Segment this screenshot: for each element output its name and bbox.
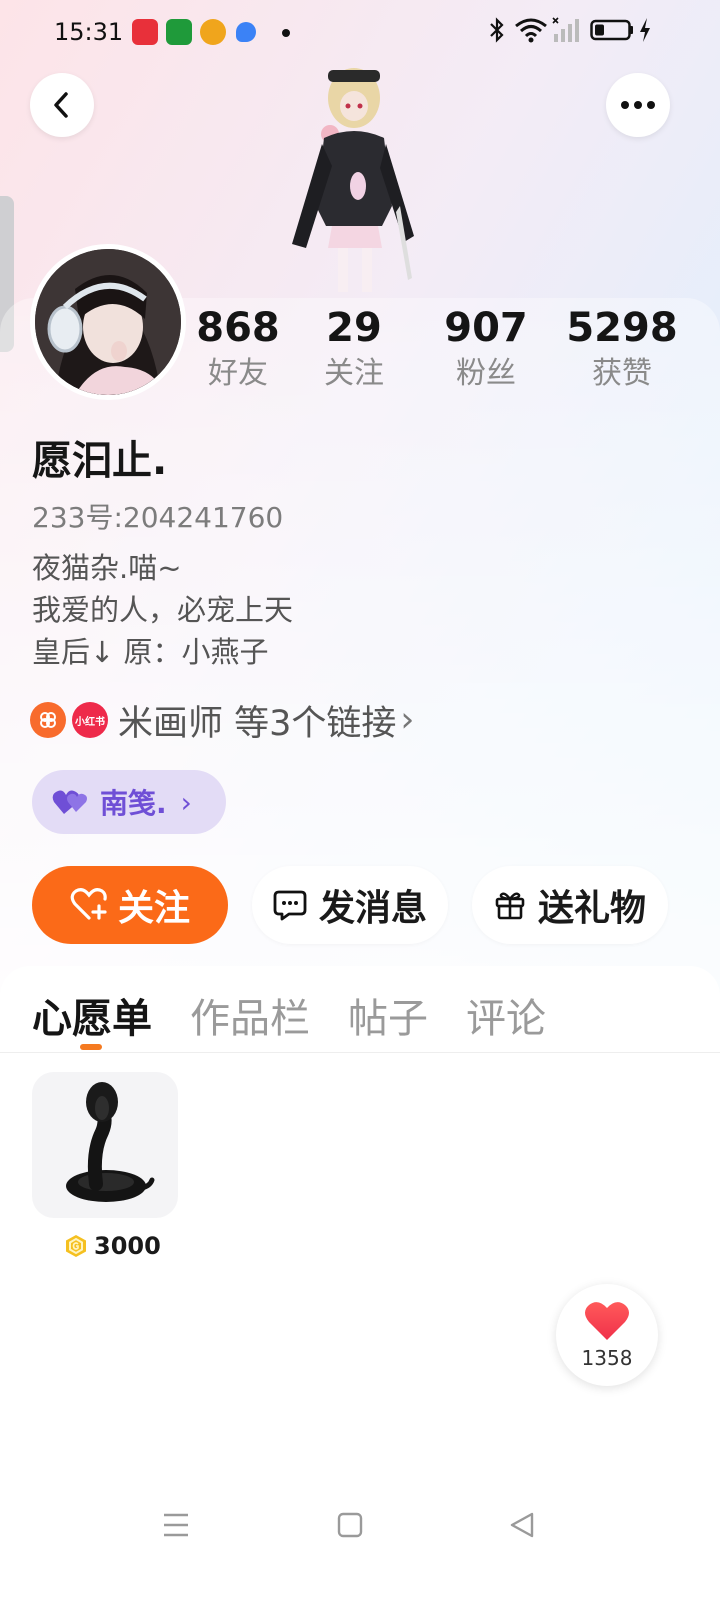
menu-nav-icon[interactable]	[162, 1510, 190, 1540]
back-button[interactable]	[30, 73, 94, 137]
more-notifications-dot	[282, 29, 290, 37]
back-nav-icon[interactable]	[508, 1510, 536, 1540]
heart-icon	[585, 1302, 629, 1340]
external-links[interactable]: 小红书 米画师 等3个链接 ›	[30, 700, 415, 744]
stat-label: 好友	[208, 356, 268, 391]
heart-plus-icon	[70, 888, 107, 920]
user-id[interactable]: 233号:204241760	[32, 496, 283, 536]
more-button[interactable]	[606, 73, 670, 137]
stat-following[interactable]: 29 关注	[294, 304, 414, 396]
tab-posts[interactable]: 帖子	[348, 986, 428, 1044]
stat-label: 关注	[324, 356, 384, 391]
status-time: 15:31	[54, 18, 124, 46]
chevron-right-icon: ›	[400, 700, 415, 740]
status-bar: 15:31	[0, 0, 720, 64]
signal-icon	[552, 17, 579, 42]
app-red-icon	[132, 19, 158, 45]
stat-fans[interactable]: 907 粉丝	[426, 304, 546, 396]
stat-value: 5298	[566, 305, 678, 351]
like-button[interactable]: 1358	[556, 1284, 658, 1386]
stat-label: 获赞	[592, 356, 652, 391]
gift-icon	[495, 892, 525, 920]
stat-label: 粉丝	[456, 356, 516, 391]
tab-works[interactable]: 作品栏	[190, 986, 310, 1044]
like-count: 1358	[581, 1346, 633, 1370]
snake-item-image	[66, 1082, 155, 1202]
stat-value: 907	[444, 305, 528, 351]
tab-divider	[0, 1052, 720, 1053]
links-label: 米画师 等3个链接	[118, 703, 397, 744]
bio-line: 夜猫杂.喵~	[32, 551, 182, 585]
double-heart-icon	[52, 790, 87, 814]
more-dots-icon	[621, 101, 655, 109]
xiaohongshu-logo-icon: 小红书	[72, 702, 108, 738]
wishlist-item-card[interactable]	[32, 1072, 178, 1218]
bluetooth-icon	[490, 17, 504, 43]
app-green-icon	[166, 19, 192, 45]
mihuashi-logo-icon	[30, 702, 66, 738]
chevron-left-icon	[54, 92, 68, 118]
chevron-right-icon: ›	[180, 785, 192, 819]
avatar[interactable]	[30, 244, 186, 400]
stat-friends[interactable]: 868 好友	[178, 304, 298, 396]
avatar-figure-image	[292, 68, 414, 292]
avatar-photo	[35, 249, 181, 395]
stat-likes[interactable]: 5298 获赞	[562, 304, 682, 396]
battery-icon	[590, 19, 633, 41]
gift-button[interactable]: 送礼物	[472, 866, 668, 944]
chat-bubble-icon	[273, 890, 307, 921]
message-button[interactable]: 发消息	[252, 866, 448, 944]
bio-line: 皇后↓ 原：小燕子	[32, 635, 269, 669]
stat-value: 29	[326, 305, 382, 351]
bio-line: 我爱的人，必宠上天	[32, 593, 294, 627]
follow-button[interactable]: 关注	[32, 866, 228, 944]
app-orange-icon	[200, 19, 226, 45]
cp-tag-label: 南笺.	[100, 787, 167, 820]
cp-relationship-tag[interactable]: 南笺. ›	[32, 770, 226, 834]
stat-value: 868	[196, 305, 280, 351]
charging-icon	[640, 18, 650, 42]
message-label: 发消息	[318, 888, 427, 929]
follow-label: 关注	[117, 888, 190, 929]
app-blue-icon	[236, 22, 256, 42]
coin-icon	[66, 1235, 86, 1257]
price-value: 3000	[94, 1232, 161, 1260]
wifi-icon	[515, 18, 547, 43]
active-tab-indicator	[80, 1044, 102, 1050]
tab-wishlist[interactable]: 心愿单	[32, 986, 152, 1044]
nickname: 愿汩止.	[32, 438, 168, 484]
tab-comments[interactable]: 评论	[466, 986, 546, 1044]
gift-label: 送礼物	[537, 888, 646, 929]
wishlist-item-price: 3000	[64, 1232, 161, 1260]
home-nav-icon[interactable]	[336, 1510, 364, 1540]
